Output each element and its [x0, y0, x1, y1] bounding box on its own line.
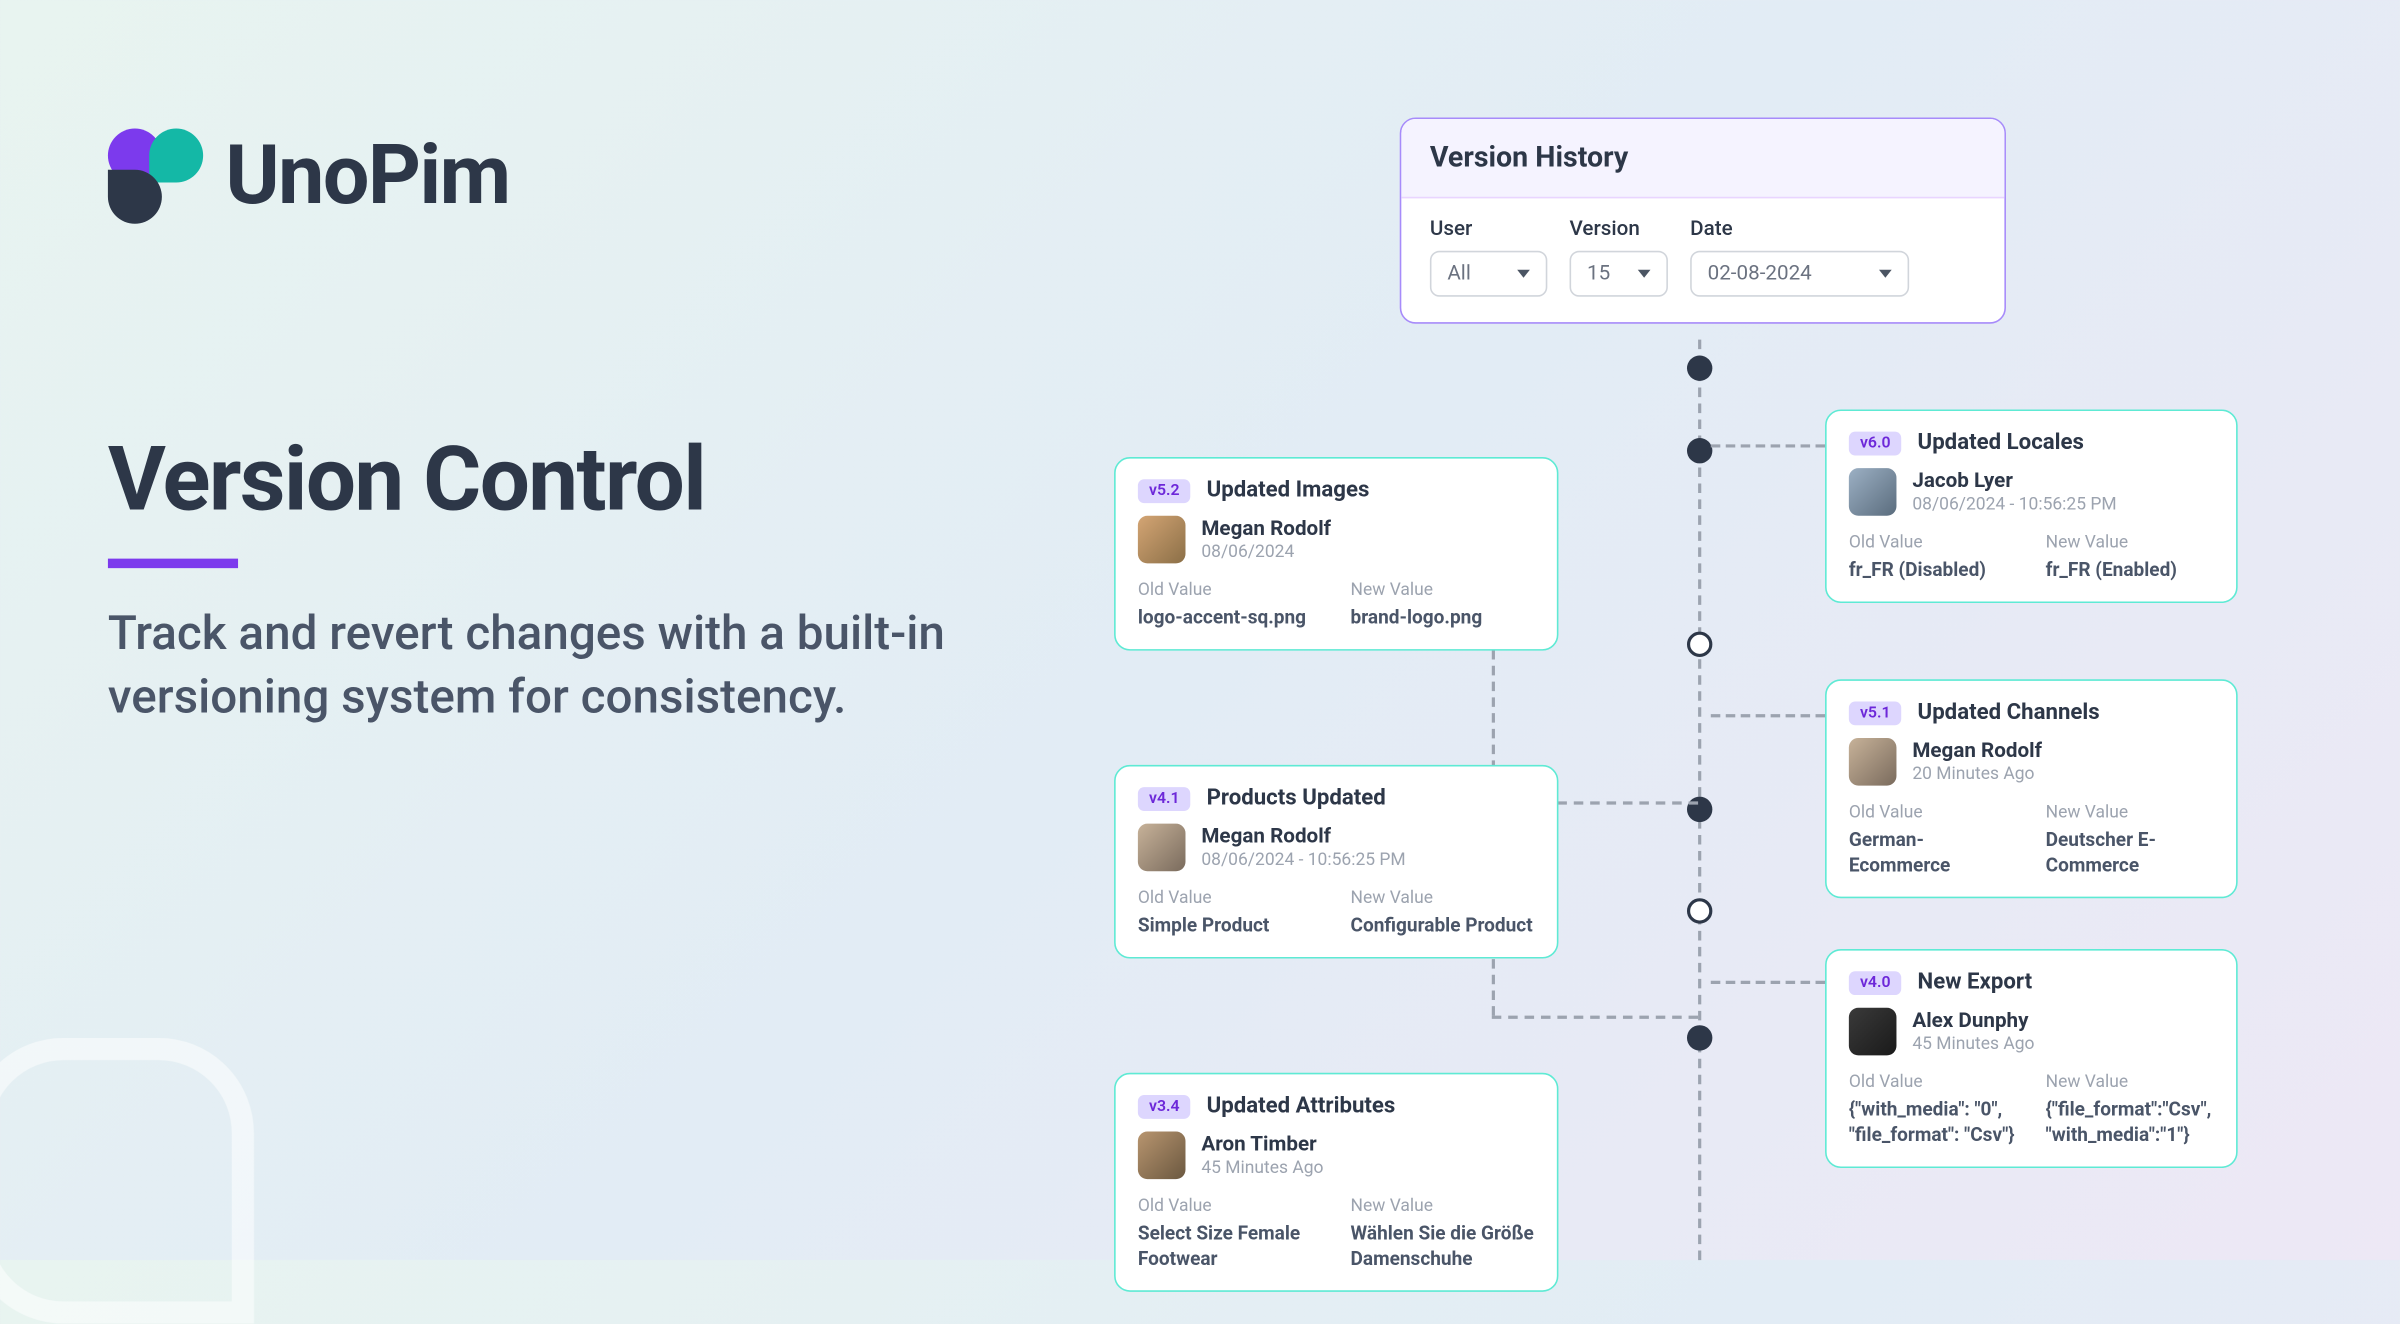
timestamp: 45 Minutes Ago	[1912, 1033, 2034, 1054]
old-value: {"with_media": "0", "file_format": "Csv"…	[1849, 1097, 2017, 1148]
page-title: Version Control	[108, 432, 997, 530]
avatar	[1138, 1132, 1186, 1180]
chevron-down-icon	[1638, 270, 1651, 278]
version-badge: v5.1	[1849, 701, 1902, 725]
connector-line	[1492, 1016, 1698, 1019]
timeline-dot	[1687, 355, 1712, 380]
filter-date-value: 02-08-2024	[1708, 262, 1812, 286]
brand-name: UnoPim	[225, 127, 509, 224]
version-history-panel: Version History User All Version 15 Date	[1400, 117, 2006, 323]
timeline-axis	[1698, 340, 1701, 1260]
version-badge: v6.0	[1849, 431, 1902, 455]
hero-section: Version Control Track and revert changes…	[108, 432, 997, 731]
version-badge: v4.1	[1138, 786, 1191, 810]
version-card[interactable]: v3.4 Updated Attributes Aron Timber 45 M…	[1114, 1073, 1558, 1293]
brand-logo: UnoPim	[108, 127, 510, 224]
old-value: fr_FR (Disabled)	[1849, 557, 2017, 583]
panel-title: Version History	[1401, 119, 2004, 198]
avatar	[1849, 468, 1897, 516]
old-value: Select Size Female Footwear	[1138, 1220, 1322, 1271]
new-value: fr_FR (Enabled)	[2046, 557, 2214, 583]
old-value-label: Old Value	[1138, 579, 1322, 600]
filter-user-label: User	[1430, 217, 1547, 241]
version-card[interactable]: v4.0 New Export Alex Dunphy 45 Minutes A…	[1825, 949, 2238, 1169]
new-value: brand-logo.png	[1351, 605, 1535, 631]
page-subtitle: Track and revert changes with a built-in…	[108, 602, 997, 731]
card-title: Updated Attributes	[1207, 1093, 1396, 1118]
new-value-label: New Value	[1351, 579, 1535, 600]
filter-row: User All Version 15 Date 02-08-2024	[1401, 198, 2004, 322]
new-value-label: New Value	[2046, 801, 2214, 822]
filter-user: User All	[1430, 217, 1547, 296]
timeline-dot-hollow	[1687, 632, 1712, 657]
user-name: Megan Rodolf	[1912, 740, 2042, 764]
user-name: Alex Dunphy	[1912, 1009, 2034, 1033]
new-value: Deutscher E-Commerce	[2046, 827, 2214, 878]
filter-version-value: 15	[1587, 262, 1610, 286]
timestamp: 08/06/2024 - 10:56:25 PM	[1912, 494, 2116, 515]
new-value-label: New Value	[2046, 1071, 2214, 1092]
filter-version-label: Version	[1570, 217, 1668, 241]
avatar	[1849, 738, 1897, 786]
timestamp: 20 Minutes Ago	[1912, 763, 2042, 784]
version-badge: v4.0	[1849, 970, 1902, 994]
user-name: Megan Rodolf	[1201, 825, 1405, 849]
connector-line	[1711, 714, 1825, 717]
timestamp: 45 Minutes Ago	[1201, 1157, 1323, 1178]
new-value-label: New Value	[1351, 1195, 1535, 1216]
new-value: Wählen Sie die Größe Damenschuhe	[1351, 1220, 1535, 1271]
decorative-bg-shape	[0, 1038, 254, 1324]
user-name: Jacob Lyer	[1912, 470, 2116, 494]
new-value: Configurable Product	[1351, 913, 1535, 939]
version-card[interactable]: v6.0 Updated Locales Jacob Lyer 08/06/20…	[1825, 409, 2238, 603]
filter-user-value: All	[1447, 262, 1471, 286]
version-card[interactable]: v5.1 Updated Channels Megan Rodolf 20 Mi…	[1825, 679, 2238, 899]
timestamp: 08/06/2024	[1201, 541, 1331, 562]
avatar	[1138, 824, 1186, 872]
version-card[interactable]: v5.2 Updated Images Megan Rodolf 08/06/2…	[1114, 457, 1558, 651]
filter-version-select[interactable]: 15	[1570, 251, 1668, 297]
old-value-label: Old Value	[1849, 1071, 2017, 1092]
old-value: Simple Product	[1138, 913, 1322, 939]
old-value-label: Old Value	[1849, 801, 2017, 822]
old-value-label: Old Value	[1138, 887, 1322, 908]
filter-date-label: Date	[1690, 217, 1909, 241]
old-value: German-Ecommerce	[1849, 827, 2017, 878]
filter-date: Date 02-08-2024	[1690, 217, 1909, 296]
new-value-label: New Value	[2046, 532, 2214, 553]
card-title: Updated Channels	[1918, 700, 2100, 725]
avatar	[1849, 1008, 1897, 1056]
chevron-down-icon	[1879, 270, 1892, 278]
version-badge: v5.2	[1138, 478, 1191, 502]
timeline-dot	[1687, 1025, 1712, 1050]
timeline-dot-hollow	[1687, 898, 1712, 923]
logo-mark-icon	[108, 128, 203, 223]
user-name: Megan Rodolf	[1201, 517, 1331, 541]
card-title: New Export	[1918, 970, 2033, 995]
card-title: Updated Locales	[1918, 430, 2084, 455]
filter-date-select[interactable]: 02-08-2024	[1690, 251, 1909, 297]
version-card[interactable]: v4.1 Products Updated Megan Rodolf 08/06…	[1114, 765, 1558, 959]
timestamp: 08/06/2024 - 10:56:25 PM	[1201, 849, 1405, 870]
filter-user-select[interactable]: All	[1430, 251, 1547, 297]
card-title: Products Updated	[1207, 786, 1386, 811]
old-value: logo-accent-sq.png	[1138, 605, 1322, 631]
avatar	[1138, 516, 1186, 564]
connector-line	[1711, 444, 1825, 447]
card-title: Updated Images	[1207, 478, 1370, 503]
chevron-down-icon	[1517, 270, 1530, 278]
timeline-dot	[1687, 438, 1712, 463]
filter-version: Version 15	[1570, 217, 1668, 296]
old-value-label: Old Value	[1849, 532, 2017, 553]
version-badge: v3.4	[1138, 1094, 1191, 1118]
new-value-label: New Value	[1351, 887, 1535, 908]
title-underline	[108, 558, 238, 568]
connector-line	[1711, 981, 1825, 984]
user-name: Aron Timber	[1201, 1133, 1323, 1157]
old-value-label: Old Value	[1138, 1195, 1322, 1216]
new-value: {"file_format":"Csv","with_media":"1"}	[2046, 1097, 2214, 1148]
